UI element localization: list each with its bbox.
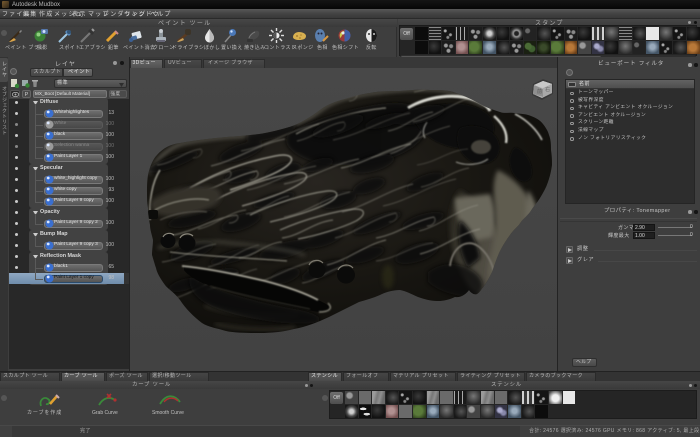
svg-text:前: 前	[537, 88, 542, 95]
svg-text:右: 右	[545, 86, 550, 93]
